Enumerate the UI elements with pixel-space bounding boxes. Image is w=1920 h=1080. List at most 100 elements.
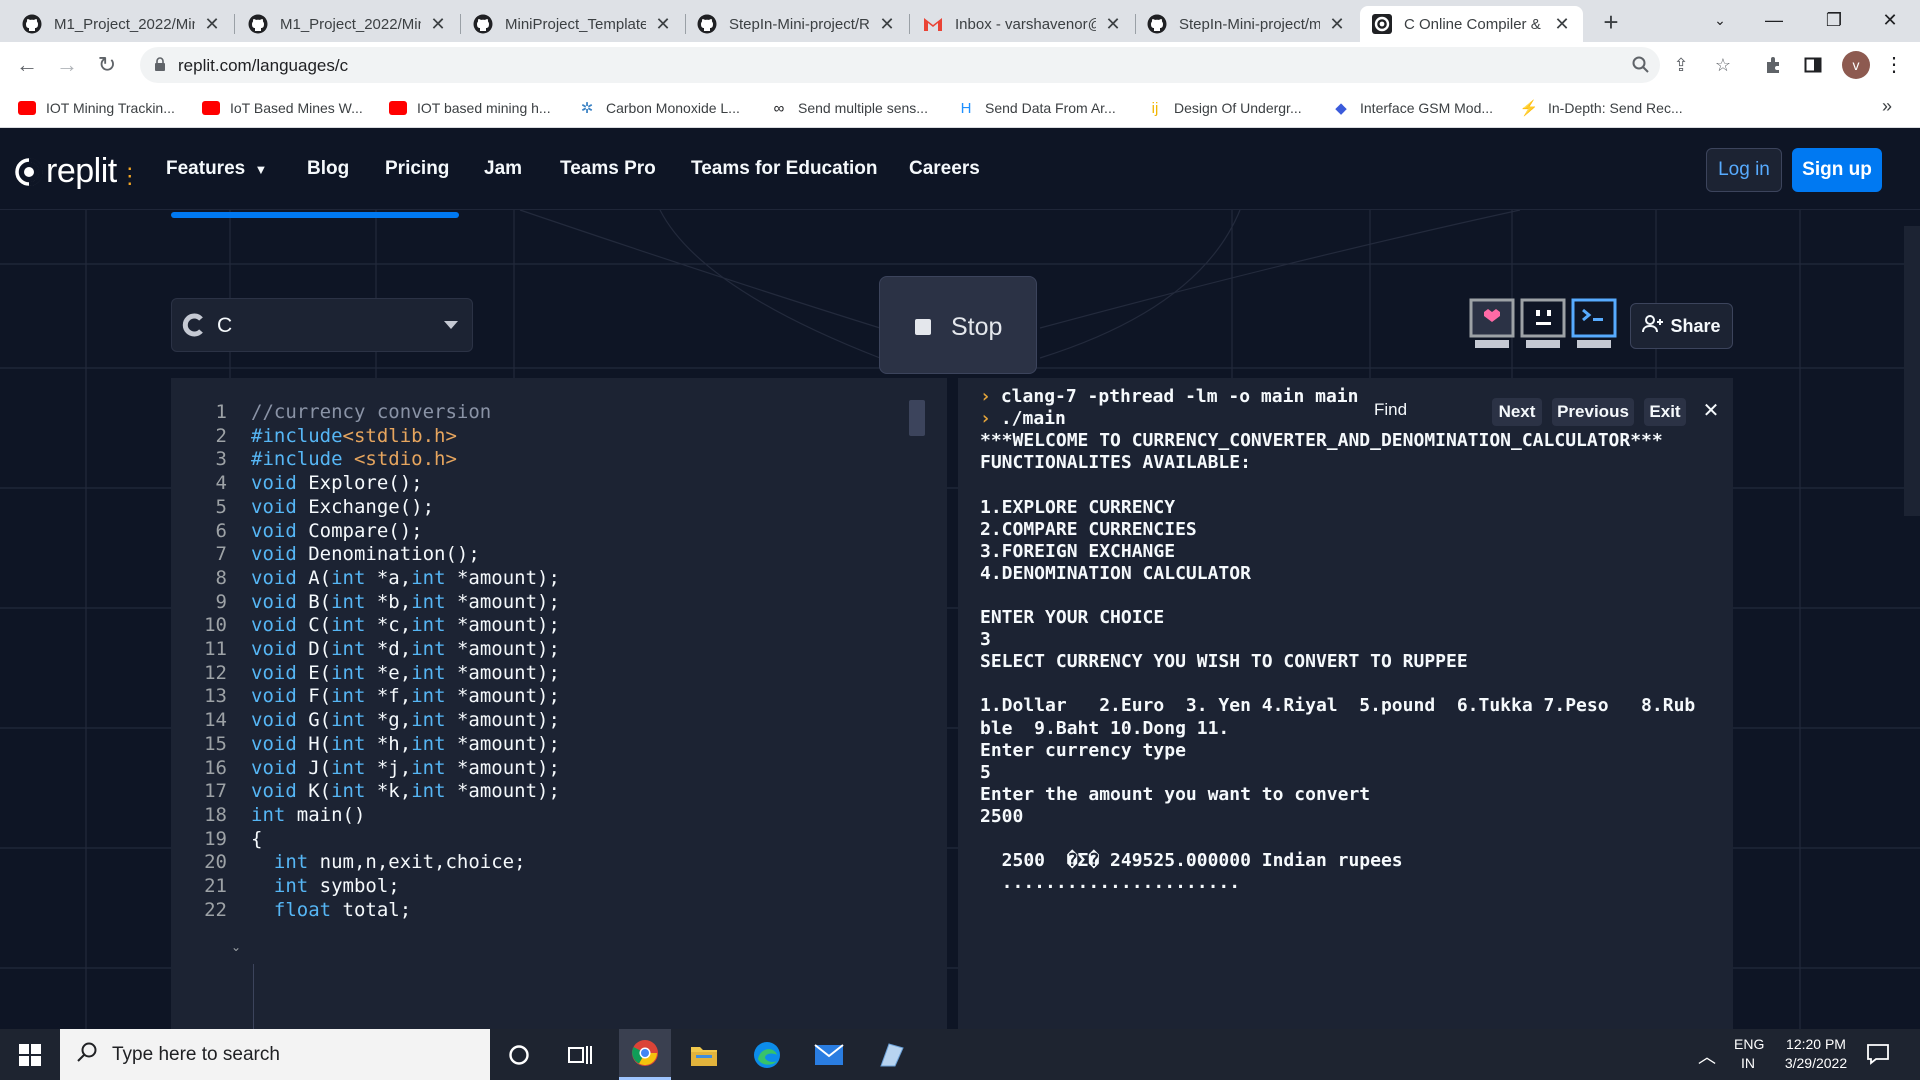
tray-chevron-icon[interactable]: ︿: [1698, 1043, 1716, 1069]
code-line[interactable]: void Exchange();: [251, 496, 434, 518]
mail-icon[interactable]: [805, 1037, 853, 1073]
code-line[interactable]: void A(int *a,int *amount);: [251, 567, 560, 589]
nav-teams-education[interactable]: Teams for Education: [691, 158, 878, 180]
task-view-icon[interactable]: [556, 1037, 604, 1073]
notifications-icon[interactable]: [1866, 1043, 1890, 1070]
console-output[interactable]: › clang-7 -pthread -lm -o main main › ./mai…: [958, 378, 1733, 1029]
find-previous-button[interactable]: Previous: [1552, 398, 1634, 426]
tab-close-icon[interactable]: ✕: [1328, 14, 1346, 35]
find-exit-button[interactable]: Exit: [1644, 398, 1686, 426]
snip-tool-icon[interactable]: [867, 1037, 915, 1073]
code-editor[interactable]: 1 //currency conversion 2 #include<stdlib.h…: [171, 378, 947, 1029]
code-line[interactable]: //currency conversion: [251, 401, 491, 423]
browser-tab[interactable]: StepIn-Mini-project/m ✕: [1135, 6, 1358, 42]
code-line[interactable]: int symbol;: [251, 875, 400, 897]
login-button[interactable]: Log in: [1706, 148, 1782, 192]
share-page-icon[interactable]: ⇪: [1670, 54, 1692, 76]
bookmark-item[interactable]: ▶ IOT Mining Trackin...: [18, 98, 175, 118]
code-line[interactable]: void B(int *b,int *amount);: [251, 591, 560, 613]
bookmark-item[interactable]: ∞ Send multiple sens...: [770, 98, 928, 118]
nav-jam[interactable]: Jam: [484, 158, 522, 180]
bookmark-item[interactable]: ◆ Interface GSM Mod...: [1332, 98, 1493, 118]
reload-icon[interactable]: ↻: [92, 50, 122, 80]
fold-chevron-icon[interactable]: ⌄: [231, 940, 241, 954]
browser-tab[interactable]: StepIn-Mini-project/R ✕: [685, 6, 908, 42]
taskbar-search[interactable]: Type here to search: [60, 1029, 490, 1080]
code-line[interactable]: void Compare();: [251, 520, 423, 542]
code-line[interactable]: void E(int *e,int *amount);: [251, 662, 560, 684]
browser-tab[interactable]: M1_Project_2022/Min ✕: [10, 6, 233, 42]
tab-search-icon[interactable]: ⌄: [1692, 0, 1748, 40]
restore-button[interactable]: ❐: [1806, 0, 1862, 40]
code-line[interactable]: #include<stdlib.h>: [251, 425, 457, 447]
bookmark-item[interactable]: ij Design Of Undergr...: [1146, 98, 1302, 118]
nav-teams-pro[interactable]: Teams Pro: [560, 158, 656, 180]
browser-tab[interactable]: M1_Project_2022/Min ✕: [236, 6, 459, 42]
browser-tab[interactable]: MiniProject_Template ✕: [461, 6, 684, 42]
code-line[interactable]: #include <stdio.h>: [251, 448, 457, 470]
bookmark-item[interactable]: ▶ IoT Based Mines W...: [202, 98, 363, 118]
code-line[interactable]: {: [251, 828, 262, 850]
code-line[interactable]: float total;: [251, 899, 411, 921]
code-line[interactable]: void J(int *j,int *amount);: [251, 757, 560, 779]
windows-start-icon[interactable]: [6, 1037, 54, 1073]
bookmark-star-icon[interactable]: ☆: [1712, 54, 1734, 76]
code-line[interactable]: int main(): [251, 804, 365, 826]
language-select[interactable]: C: [171, 298, 473, 352]
cortana-icon[interactable]: [495, 1037, 543, 1073]
code-line[interactable]: void G(int *g,int *amount);: [251, 709, 560, 731]
side-panel-icon[interactable]: [1802, 54, 1824, 76]
code-line[interactable]: void C(int *c,int *amount);: [251, 614, 560, 636]
find-close-icon[interactable]: ✕: [1698, 398, 1724, 426]
new-tab-button[interactable]: +: [1596, 6, 1626, 38]
extensions-icon[interactable]: [1762, 54, 1784, 76]
code-token: B(: [296, 590, 332, 613]
stop-button[interactable]: Stop: [879, 276, 1037, 374]
nav-pricing[interactable]: Pricing: [385, 158, 449, 180]
zoom-icon[interactable]: [1630, 54, 1652, 76]
edge-icon[interactable]: [743, 1037, 791, 1073]
code-line[interactable]: void Denomination();: [251, 543, 480, 565]
forward-icon[interactable]: →: [52, 50, 82, 80]
bookmarks-overflow-button[interactable]: »: [1882, 96, 1892, 117]
omnibox[interactable]: replit.com/languages/c: [140, 47, 1660, 83]
share-button[interactable]: Share: [1630, 303, 1733, 349]
tab-close-icon[interactable]: ✕: [429, 14, 447, 35]
file-explorer-icon[interactable]: [680, 1037, 728, 1073]
clock[interactable]: 12:20 PM 3/29/2022: [1770, 1035, 1862, 1073]
browser-tab[interactable]: Inbox - varshavenor@ ✕: [911, 6, 1134, 42]
nav-blog[interactable]: Blog: [307, 158, 349, 180]
tab-close-icon[interactable]: ✕: [203, 14, 221, 35]
tab-close-icon[interactable]: ✕: [654, 14, 672, 35]
tab-close-icon[interactable]: ✕: [878, 14, 896, 35]
menu-kebab-icon[interactable]: ⋮: [1884, 52, 1904, 78]
tab-close-icon[interactable]: ✕: [1104, 14, 1122, 35]
code-line[interactable]: void F(int *f,int *amount);: [251, 685, 560, 707]
find-next-button[interactable]: Next: [1492, 398, 1542, 426]
editor-scrollbar-thumb[interactable]: [909, 400, 925, 436]
code-line[interactable]: void H(int *h,int *amount);: [251, 733, 560, 755]
nav-careers[interactable]: Careers: [909, 158, 980, 180]
tab-close-icon[interactable]: ✕: [1553, 14, 1571, 35]
profile-avatar[interactable]: v: [1842, 51, 1870, 79]
back-icon[interactable]: ←: [12, 50, 42, 80]
console-text: Enter the amount you want to convert: [980, 783, 1371, 805]
code-line[interactable]: void Explore();: [251, 472, 423, 494]
code-line[interactable]: void K(int *k,int *amount);: [251, 780, 560, 802]
code-line[interactable]: int num,n,exit,choice;: [251, 851, 526, 873]
close-window-button[interactable]: ✕: [1862, 0, 1918, 40]
browser-tab[interactable]: C Online Compiler & ✕: [1360, 6, 1583, 42]
language-indicator[interactable]: ENG IN: [1734, 1035, 1764, 1073]
signup-button[interactable]: Sign up: [1792, 148, 1882, 192]
code-line[interactable]: void D(int *d,int *amount);: [251, 638, 560, 660]
page-scrollbar[interactable]: [1904, 226, 1920, 516]
bookmark-item[interactable]: ⚡ In-Depth: Send Rec...: [1520, 98, 1683, 118]
minimize-button[interactable]: —: [1746, 0, 1802, 40]
bookmark-item[interactable]: H Send Data From Ar...: [957, 98, 1116, 118]
find-input[interactable]: Find: [1374, 400, 1474, 420]
chrome-icon[interactable]: [619, 1029, 671, 1080]
replit-logo[interactable]: replit ⋮: [14, 152, 141, 191]
nav-features[interactable]: Features ▼: [166, 158, 267, 180]
bookmark-item[interactable]: ▶ IOT based mining h...: [389, 98, 551, 118]
bookmark-item[interactable]: ✲ Carbon Monoxide L...: [578, 98, 740, 118]
